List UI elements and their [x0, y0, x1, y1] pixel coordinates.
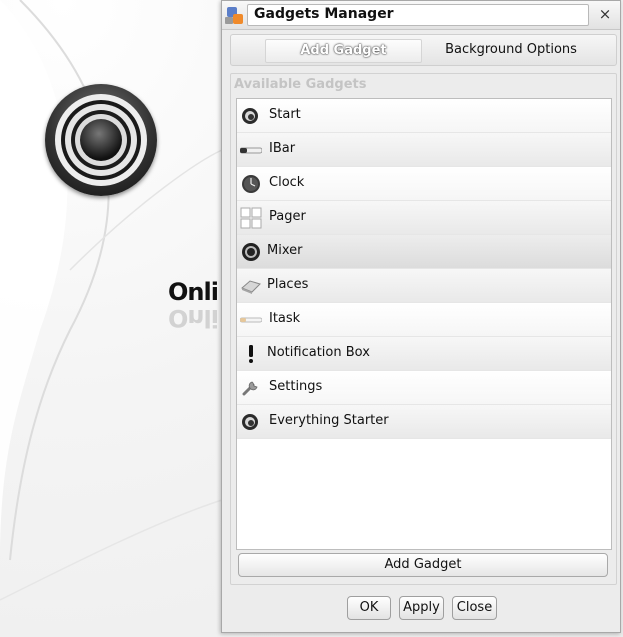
close-icon[interactable]: ×: [596, 4, 614, 24]
gadget-item-clock[interactable]: Clock: [237, 167, 611, 201]
gadget-label: Pager: [269, 209, 306, 224]
gadget-item-ibar[interactable]: IBar: [237, 133, 611, 167]
itask-icon: [240, 317, 262, 323]
gadget-label: Mixer: [267, 243, 303, 258]
gadget-label: Start: [269, 107, 301, 122]
window-title: Gadgets Manager: [254, 6, 394, 22]
gadget-item-start[interactable]: Start: [237, 99, 611, 133]
available-gadgets-group: Available Gadgets Start IBar Clock Pager…: [230, 73, 617, 585]
speaker-logo-icon: [45, 84, 157, 196]
gadget-label: Notification Box: [267, 345, 370, 360]
everything-icon: [242, 414, 258, 430]
gadget-label: Clock: [269, 175, 305, 190]
tab-add-gadget[interactable]: Add Gadget: [265, 39, 422, 63]
apply-button[interactable]: Apply: [399, 596, 444, 620]
gadget-item-places[interactable]: Places: [237, 269, 611, 303]
gadget-item-notification-box[interactable]: Notification Box: [237, 337, 611, 371]
gadget-item-everything-starter[interactable]: Everything Starter: [237, 405, 611, 439]
close-button[interactable]: Close: [452, 596, 497, 620]
title-bar[interactable]: Gadgets Manager ×: [222, 1, 620, 30]
group-label: Available Gadgets: [234, 77, 367, 92]
gadget-label: Settings: [269, 379, 323, 394]
desktop-logo-text: Onli: [168, 278, 219, 306]
gadget-label: IBar: [269, 141, 296, 156]
gadget-label: Itask: [269, 311, 301, 326]
gadget-label: Places: [267, 277, 309, 292]
ibar-icon: [240, 147, 262, 154]
notification-icon: [249, 345, 253, 363]
places-icon: [241, 280, 261, 294]
gadget-list: Start IBar Clock Pager Mixer Places Itas…: [236, 98, 612, 550]
gadget-item-pager[interactable]: Pager: [237, 201, 611, 235]
clock-icon: [242, 175, 260, 193]
settings-icon: [242, 381, 258, 396]
tab-bar: Add Gadget Background Options: [230, 34, 617, 66]
gadget-item-settings[interactable]: Settings: [237, 371, 611, 405]
pager-icon: [240, 207, 262, 229]
mixer-icon: [242, 243, 260, 261]
gadget-item-mixer[interactable]: Mixer: [237, 235, 611, 269]
add-gadget-button[interactable]: Add Gadget: [238, 553, 608, 577]
app-icon: [225, 5, 245, 25]
ok-button[interactable]: OK: [347, 596, 391, 620]
gadgets-manager-window: Gadgets Manager × Add Gadget Background …: [221, 0, 621, 633]
gadget-item-itask[interactable]: Itask: [237, 303, 611, 337]
desktop-logo-reflection: Onli: [168, 304, 218, 332]
gadget-label: Everything Starter: [269, 413, 389, 428]
title-field: Gadgets Manager: [247, 4, 589, 26]
start-icon: [242, 108, 258, 124]
tab-background-options[interactable]: Background Options: [431, 39, 591, 61]
